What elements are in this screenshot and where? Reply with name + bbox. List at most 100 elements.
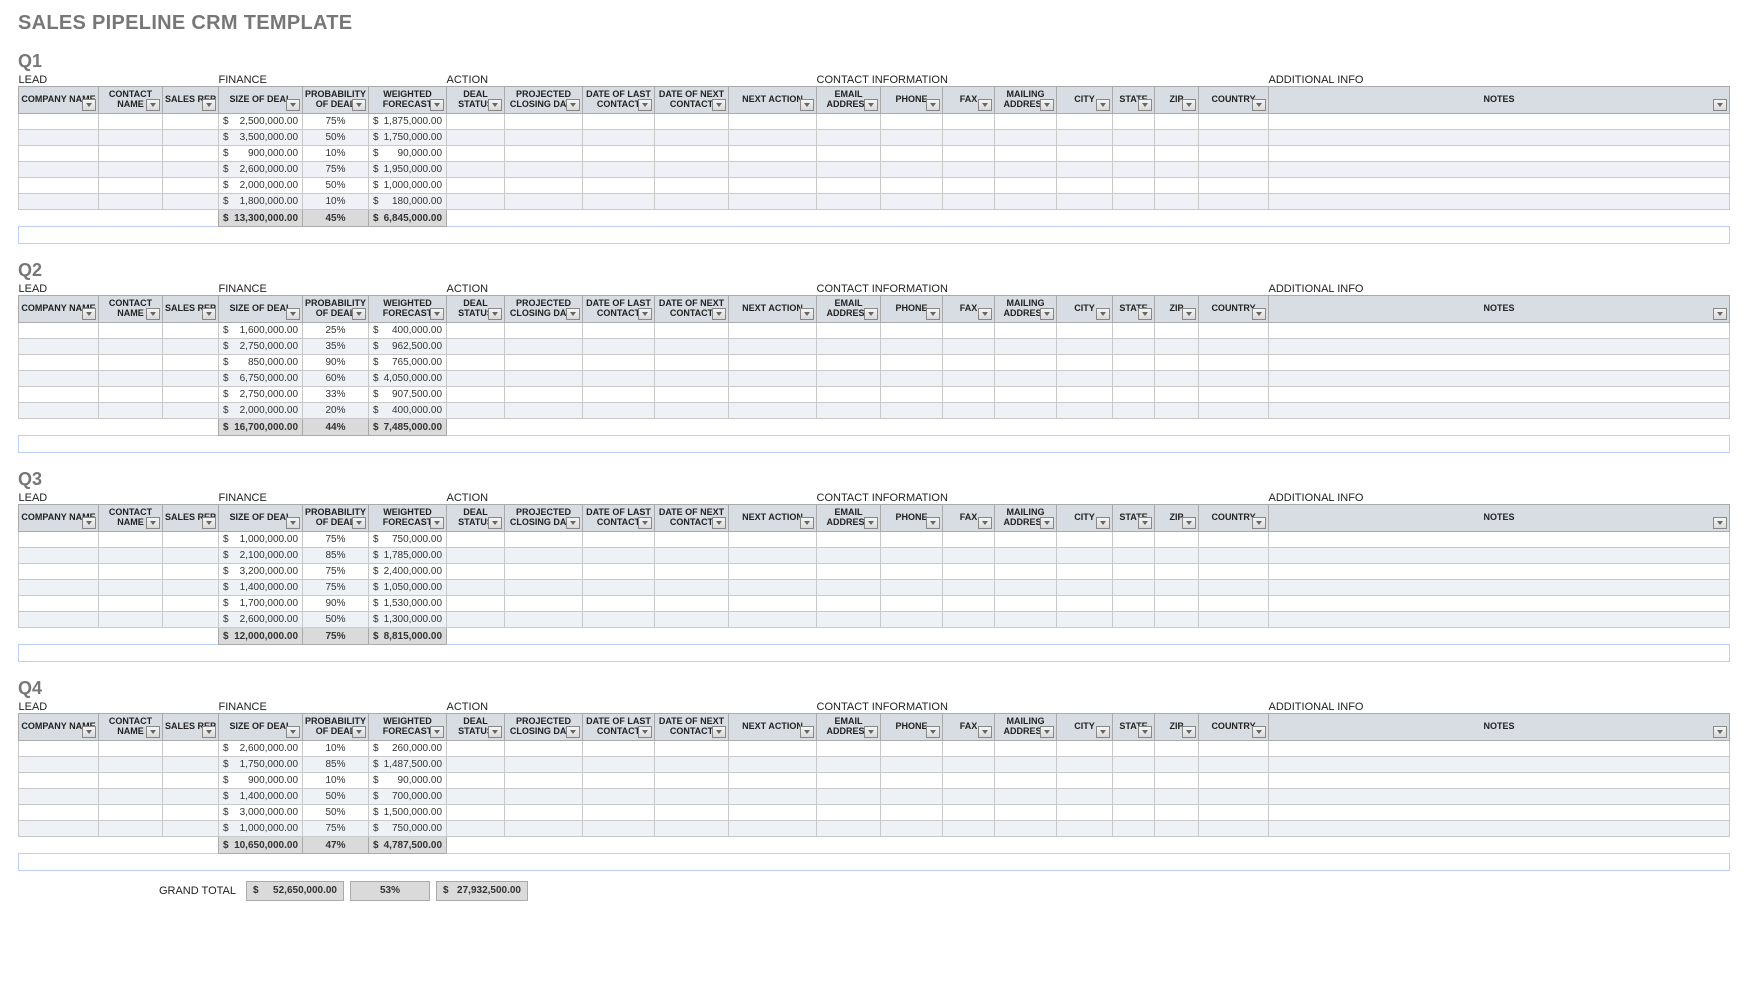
filter-dropdown-icon[interactable] <box>430 308 444 320</box>
filter-dropdown-icon[interactable] <box>1252 517 1266 529</box>
col-country[interactable]: COUNTRY <box>1199 296 1269 323</box>
col-rep[interactable]: SALES REP <box>163 87 219 114</box>
cell-email[interactable] <box>817 178 881 194</box>
filter-dropdown-icon[interactable] <box>202 517 216 529</box>
filter-dropdown-icon[interactable] <box>82 726 96 738</box>
cell-company[interactable] <box>19 773 99 789</box>
cell-rep[interactable] <box>163 194 219 210</box>
col-contact[interactable]: CONTACT NAME <box>99 87 163 114</box>
cell-dnc[interactable] <box>655 339 729 355</box>
cell-prob[interactable]: 25% <box>303 323 369 339</box>
cell-rep[interactable] <box>163 805 219 821</box>
col-email[interactable]: EMAIL ADDRESS <box>817 87 881 114</box>
col-zip[interactable]: ZIP <box>1155 505 1199 532</box>
cell-phone[interactable] <box>881 821 943 837</box>
cell-city[interactable] <box>1057 178 1113 194</box>
cell-zip[interactable] <box>1155 548 1199 564</box>
cell-notes[interactable] <box>1269 178 1730 194</box>
filter-dropdown-icon[interactable] <box>926 99 940 111</box>
cell-country[interactable] <box>1199 339 1269 355</box>
col-pcd[interactable]: PROJECTED CLOSING DATE <box>505 87 583 114</box>
cell-na[interactable] <box>729 130 817 146</box>
filter-dropdown-icon[interactable] <box>286 308 300 320</box>
col-fax[interactable]: FAX <box>943 296 995 323</box>
cell-fax[interactable] <box>943 548 995 564</box>
cell-city[interactable] <box>1057 194 1113 210</box>
cell-fax[interactable] <box>943 194 995 210</box>
cell-pcd[interactable] <box>505 580 583 596</box>
cell-notes[interactable] <box>1269 548 1730 564</box>
cell-rep[interactable] <box>163 114 219 130</box>
filter-dropdown-icon[interactable] <box>1040 517 1054 529</box>
cell-mail[interactable] <box>995 130 1057 146</box>
cell-mail[interactable] <box>995 741 1057 757</box>
cell-fax[interactable] <box>943 612 995 628</box>
cell-prob[interactable]: 75% <box>303 564 369 580</box>
cell-wf[interactable]: $1,950,000.00 <box>369 162 447 178</box>
cell-dlc[interactable] <box>583 371 655 387</box>
cell-prob[interactable]: 75% <box>303 162 369 178</box>
cell-contact[interactable] <box>99 162 163 178</box>
filter-dropdown-icon[interactable] <box>926 517 940 529</box>
filter-dropdown-icon[interactable] <box>286 517 300 529</box>
cell-wf[interactable]: $1,487,500.00 <box>369 757 447 773</box>
cell-mail[interactable] <box>995 757 1057 773</box>
cell-notes[interactable] <box>1269 403 1730 419</box>
filter-dropdown-icon[interactable] <box>864 517 878 529</box>
cell-mail[interactable] <box>995 146 1057 162</box>
cell-company[interactable] <box>19 387 99 403</box>
filter-dropdown-icon[interactable] <box>352 308 366 320</box>
cell-dlc[interactable] <box>583 773 655 789</box>
cell-size[interactable]: $1,000,000.00 <box>219 532 303 548</box>
filter-dropdown-icon[interactable] <box>1096 308 1110 320</box>
filter-dropdown-icon[interactable] <box>926 726 940 738</box>
cell-state[interactable] <box>1113 387 1155 403</box>
filter-dropdown-icon[interactable] <box>202 99 216 111</box>
cell-mail[interactable] <box>995 194 1057 210</box>
cell-prob[interactable]: 50% <box>303 789 369 805</box>
cell-ds[interactable] <box>447 805 505 821</box>
cell-zip[interactable] <box>1155 757 1199 773</box>
cell-notes[interactable] <box>1269 323 1730 339</box>
cell-dlc[interactable] <box>583 355 655 371</box>
cell-ds[interactable] <box>447 371 505 387</box>
cell-fax[interactable] <box>943 146 995 162</box>
cell-notes[interactable] <box>1269 532 1730 548</box>
cell-zip[interactable] <box>1155 580 1199 596</box>
filter-dropdown-icon[interactable] <box>82 99 96 111</box>
cell-mail[interactable] <box>995 339 1057 355</box>
cell-prob[interactable]: 90% <box>303 355 369 371</box>
filter-dropdown-icon[interactable] <box>1040 308 1054 320</box>
cell-dlc[interactable] <box>583 130 655 146</box>
cell-prob[interactable]: 75% <box>303 532 369 548</box>
cell-dnc[interactable] <box>655 323 729 339</box>
filter-dropdown-icon[interactable] <box>1138 726 1152 738</box>
cell-state[interactable] <box>1113 805 1155 821</box>
cell-ds[interactable] <box>447 323 505 339</box>
cell-notes[interactable] <box>1269 355 1730 371</box>
cell-contact[interactable] <box>99 130 163 146</box>
col-na[interactable]: NEXT ACTION <box>729 505 817 532</box>
cell-city[interactable] <box>1057 580 1113 596</box>
cell-notes[interactable] <box>1269 146 1730 162</box>
cell-ds[interactable] <box>447 580 505 596</box>
table-row[interactable]: $1,750,000.0085%$1,487,500.00 <box>19 757 1730 773</box>
cell-wf[interactable]: $1,875,000.00 <box>369 114 447 130</box>
filter-dropdown-icon[interactable] <box>566 308 580 320</box>
cell-pcd[interactable] <box>505 146 583 162</box>
filter-dropdown-icon[interactable] <box>800 517 814 529</box>
cell-country[interactable] <box>1199 805 1269 821</box>
cell-rep[interactable] <box>163 548 219 564</box>
cell-fax[interactable] <box>943 371 995 387</box>
cell-state[interactable] <box>1113 130 1155 146</box>
cell-phone[interactable] <box>881 387 943 403</box>
cell-email[interactable] <box>817 757 881 773</box>
cell-company[interactable] <box>19 146 99 162</box>
col-size[interactable]: SIZE OF DEAL <box>219 87 303 114</box>
cell-ds[interactable] <box>447 564 505 580</box>
cell-company[interactable] <box>19 323 99 339</box>
cell-prob[interactable]: 75% <box>303 580 369 596</box>
filter-dropdown-icon[interactable] <box>1713 99 1727 111</box>
cell-wf[interactable]: $750,000.00 <box>369 532 447 548</box>
cell-phone[interactable] <box>881 580 943 596</box>
